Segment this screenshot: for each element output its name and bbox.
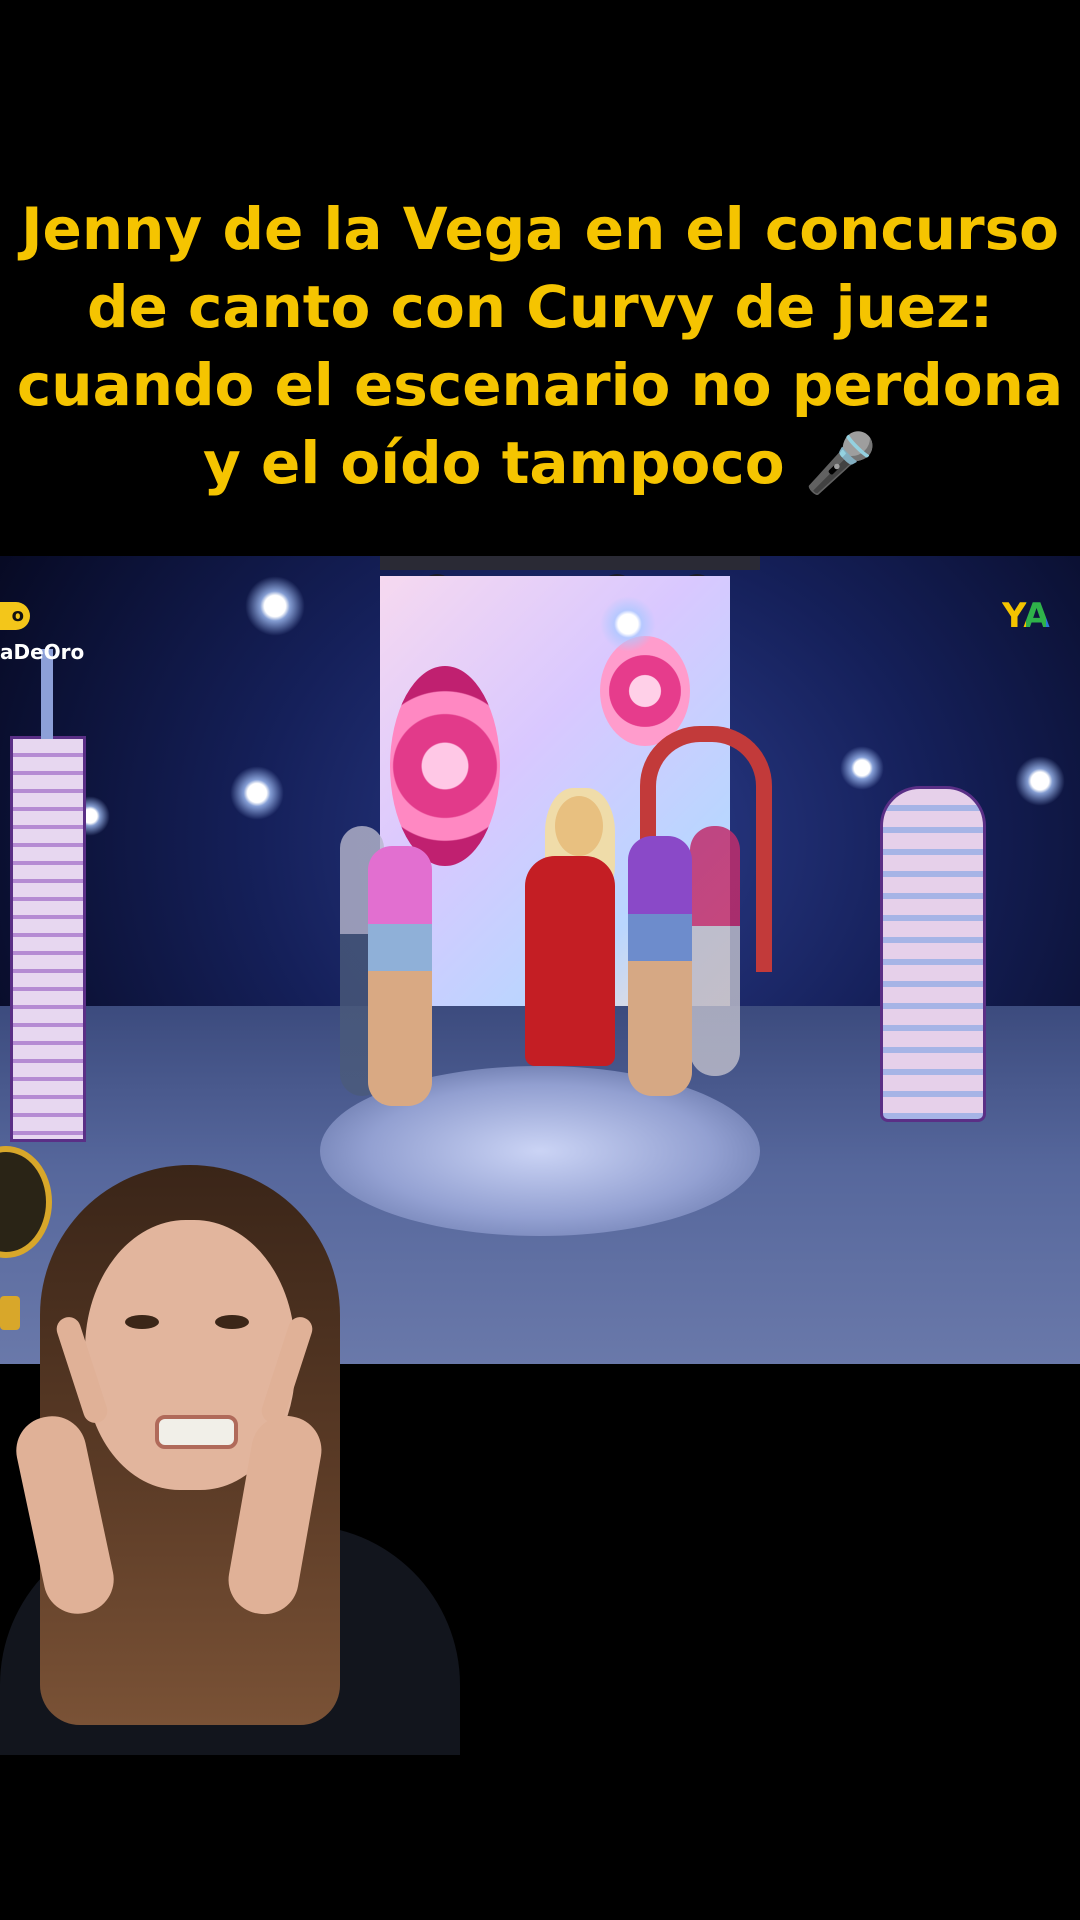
- reaction-person-overlay: [0, 1165, 460, 1755]
- backup-dancer: [628, 836, 692, 1096]
- skyscraper-prop: [10, 649, 86, 1142]
- singer-red-outfit: [525, 856, 615, 1066]
- backup-dancer: [368, 846, 432, 1106]
- show-watermark-pill: o: [0, 602, 30, 630]
- caption-line-2: de canto con Curvy de juez:: [86, 273, 994, 341]
- stage-light: [840, 746, 884, 790]
- show-hashtag: aDeOro: [0, 640, 85, 664]
- stage-light: [245, 576, 305, 636]
- person-mouth: [155, 1415, 238, 1449]
- stage-light: [600, 596, 656, 652]
- caption-line-3: cuando el escenario no perdona: [16, 351, 1064, 419]
- video-caption: Jenny de la Vega en el concurso de canto…: [0, 190, 1080, 502]
- tv-network-logo: YA: [1002, 596, 1080, 636]
- stage-light: [230, 766, 284, 820]
- lollipop-decoration: [390, 666, 500, 866]
- caption-line-4: y el oído tampoco 🎤: [203, 429, 877, 497]
- singer-head: [555, 796, 603, 856]
- backup-dancer: [690, 826, 740, 1076]
- skyscraper-prop: [880, 786, 986, 1122]
- caption-line-1: Jenny de la Vega en el concurso: [20, 195, 1060, 263]
- lighting-truss: [380, 556, 760, 570]
- person-eye: [125, 1315, 159, 1329]
- person-eye: [215, 1315, 249, 1329]
- stage-light: [1015, 756, 1065, 806]
